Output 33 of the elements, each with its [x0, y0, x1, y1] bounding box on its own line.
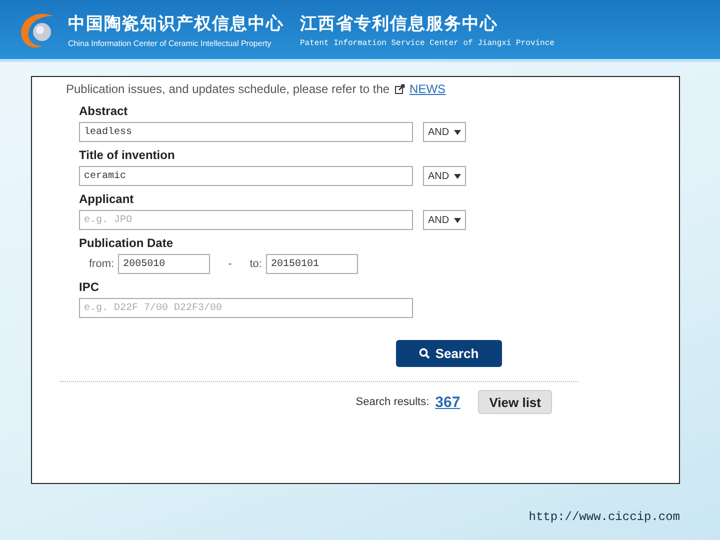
results-count-link[interactable]: 367	[435, 394, 460, 410]
field-label: IPC	[79, 280, 100, 294]
to-label: to:	[250, 258, 262, 270]
notice-text: Publication issues, and updates schedule, please refer to the	[66, 82, 390, 96]
caret-icon	[454, 218, 461, 222]
header-subtitle: Patent Information Service Center of Jiangxi Province	[300, 38, 554, 48]
header-subtitle: China Information Center of Ceramic Intellectual Property	[68, 38, 272, 48]
operator-dropdown[interactable]: AND	[423, 210, 466, 230]
view-list-button[interactable]: View list	[478, 390, 552, 414]
field-label: Abstract	[79, 104, 129, 118]
search-icon	[419, 348, 430, 359]
from-label: from:	[89, 258, 114, 270]
search-button[interactable]: Search	[396, 340, 502, 367]
field-label: Applicant	[79, 192, 135, 206]
external-link-icon	[394, 84, 405, 94]
text-input[interactable]: e.g. JPO	[79, 210, 413, 230]
website-url: http://www.ciccip.com	[528, 510, 680, 524]
header-title: 中国陶瓷知识产权信息中心	[68, 12, 284, 34]
operator-dropdown[interactable]: AND	[423, 122, 466, 142]
date-input[interactable]: 2005010	[118, 254, 210, 274]
field-label: Title of invention	[79, 148, 176, 162]
text-input[interactable]: leadless	[79, 122, 413, 142]
text-input[interactable]: ceramic	[79, 166, 413, 186]
range-separator: -	[228, 258, 232, 270]
news-link[interactable]: NEWS	[410, 82, 446, 96]
results-label: Search results:	[356, 396, 430, 408]
caret-icon	[454, 130, 461, 134]
text-input[interactable]: e.g. D22F 7/00 D22F3/00	[79, 298, 413, 318]
field-label: Publication Date	[79, 236, 174, 250]
header-title: 江西省专利信息服务中心	[300, 12, 499, 34]
date-input[interactable]: 20150101	[266, 254, 358, 274]
caret-icon	[454, 174, 461, 178]
operator-dropdown[interactable]: AND	[423, 166, 466, 186]
